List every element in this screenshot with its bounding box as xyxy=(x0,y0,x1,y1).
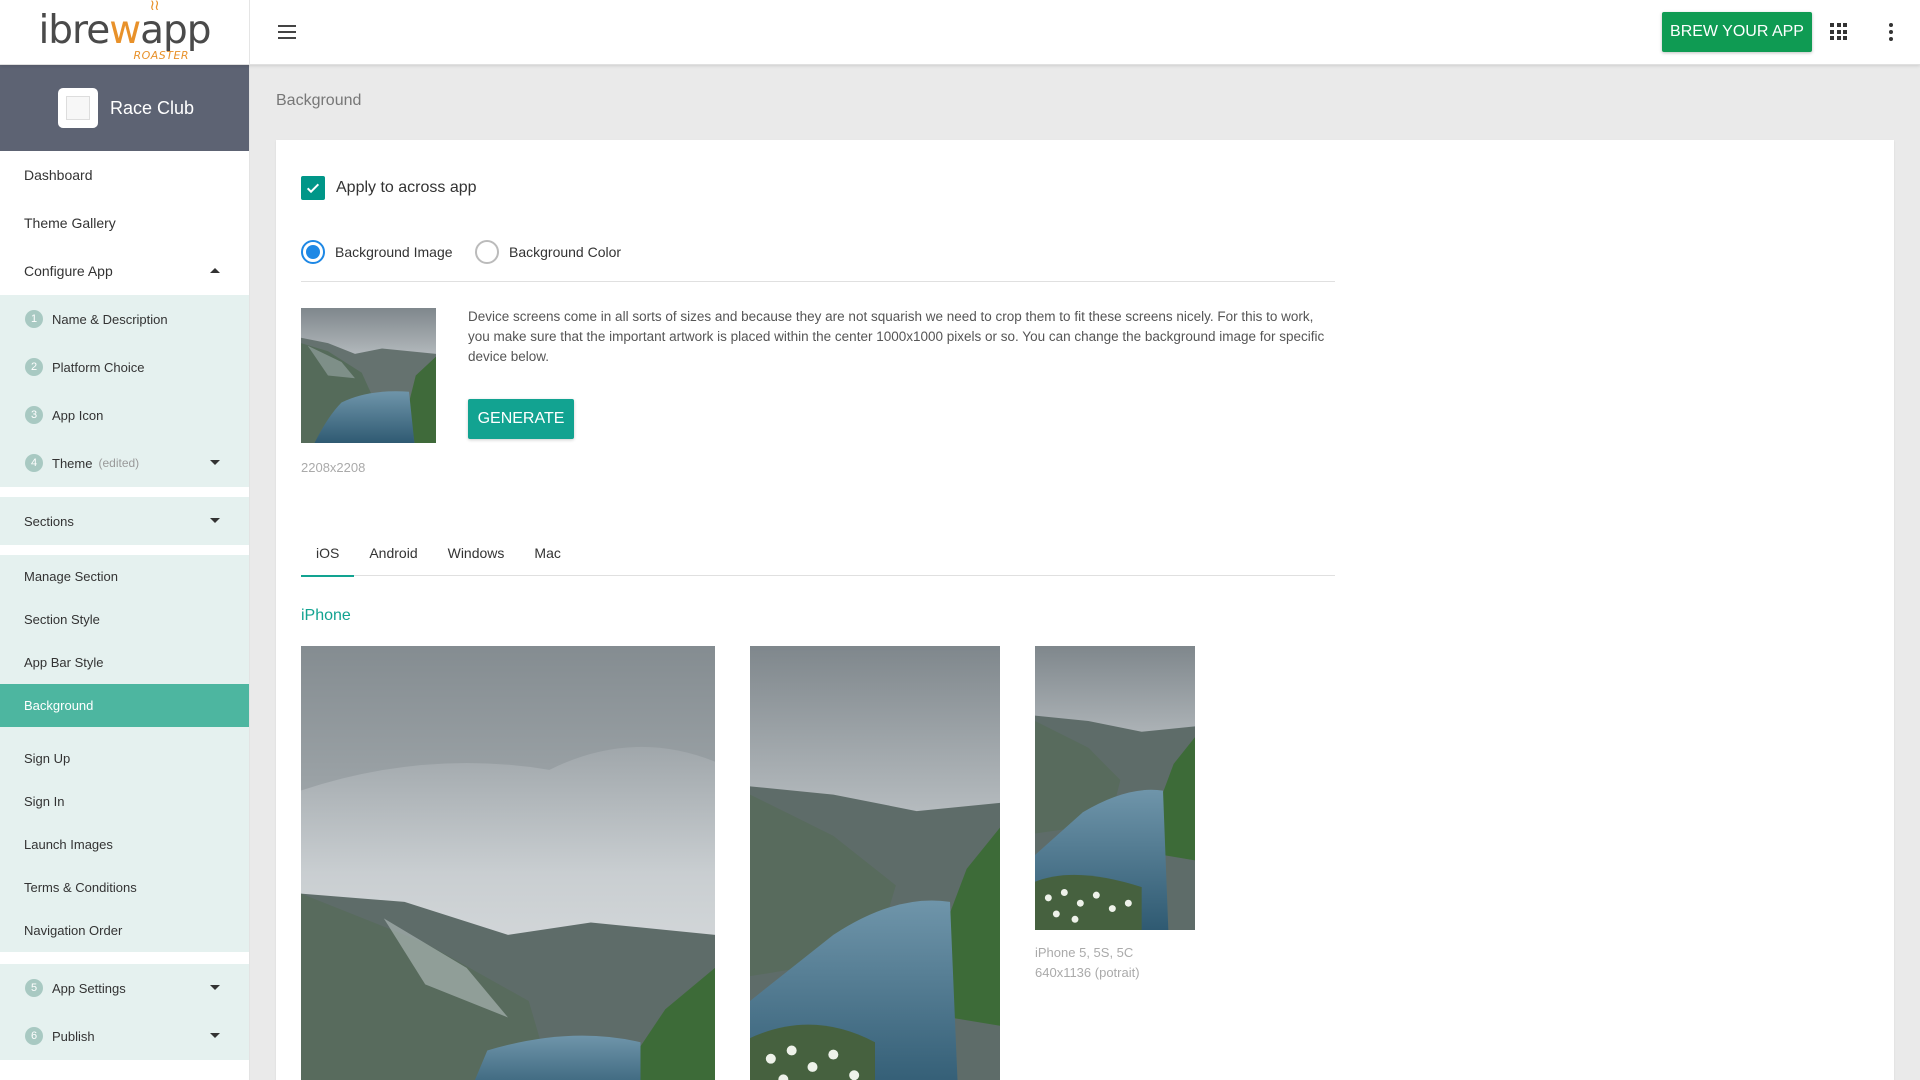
device-name: iPhone 5, 5S, 5C xyxy=(1035,945,1134,960)
platform-tabs: iOS Android Windows Mac xyxy=(301,530,1335,577)
sidebar-item-label: Section Style xyxy=(24,612,100,627)
sidebar-item-label: App Settings xyxy=(52,980,126,996)
sidebar-item-configure-app[interactable]: Configure App xyxy=(0,247,249,295)
background-color-radio[interactable]: Background Color xyxy=(475,240,621,264)
sidebar: Race Club Dashboard Theme Gallery Config… xyxy=(0,65,250,1080)
background-image-radio[interactable]: Background Image xyxy=(301,240,453,264)
sidebar-item-label: Sections xyxy=(24,513,74,529)
apply-across-app-checkbox[interactable]: Apply to across app xyxy=(301,176,477,200)
iphone-5-background-preview[interactable] xyxy=(1035,646,1195,930)
tab-android[interactable]: Android xyxy=(354,530,432,576)
background-description: Device screens come in all sorts of size… xyxy=(468,309,1325,364)
sidebar-item-label: Manage Section xyxy=(24,569,118,584)
logo[interactable]: ibrewapp ≀≀ ROASTER xyxy=(0,0,250,65)
step-number-badge: 1 xyxy=(25,310,43,328)
sidebar-item-label: Publish xyxy=(52,1028,95,1044)
sidebar-nav: Dashboard Theme Gallery Configure App 1N… xyxy=(0,151,249,1060)
more-vert-icon[interactable] xyxy=(1886,21,1896,43)
radio-selected-icon xyxy=(301,240,325,264)
generate-button[interactable]: GENERATE xyxy=(468,399,574,439)
step-number-badge: 3 xyxy=(25,406,43,424)
step-number-badge: 6 xyxy=(25,1027,43,1045)
caret-down-icon xyxy=(210,518,220,523)
source-image-size: 2208x2208 xyxy=(301,460,366,475)
device-resolution: 640x1136 (potrait) xyxy=(1035,965,1140,980)
hamburger-menu-icon[interactable] xyxy=(272,18,302,46)
logo-text-mid: w xyxy=(109,8,141,53)
logo-text-left: ibre xyxy=(38,8,110,53)
app-placeholder-icon xyxy=(58,88,98,128)
background-settings-card: Apply to across app Background Image Bac… xyxy=(276,140,1894,1080)
sidebar-item-label: Launch Images xyxy=(24,837,113,852)
sidebar-item-background[interactable]: Background xyxy=(0,684,249,727)
apply-checkbox-label: Apply to across app xyxy=(336,179,477,196)
background-type-radio-group: Background Image Background Color xyxy=(301,240,1335,282)
sidebar-item-label: Sign In xyxy=(24,794,65,809)
sidebar-item-label: App Icon xyxy=(52,407,104,423)
source-background-thumbnail[interactable] xyxy=(301,308,436,443)
iphone-background-preview-large[interactable] xyxy=(301,646,715,1080)
check-icon xyxy=(301,176,325,200)
sidebar-step-platform-choice[interactable]: 2 Platform Choice xyxy=(0,343,249,391)
sidebar-step-app-icon[interactable]: 3 App Icon xyxy=(0,391,249,439)
sidebar-item-navigation-order[interactable]: Navigation Order xyxy=(0,909,249,952)
logo-wordmark: ibrewapp ≀≀ ROASTER xyxy=(38,0,211,62)
sidebar-item-sign-up[interactable]: Sign Up xyxy=(0,737,249,780)
logo-subtitle: ROASTER xyxy=(133,49,190,62)
caret-down-icon xyxy=(210,460,220,465)
tab-ios[interactable]: iOS xyxy=(301,530,355,577)
sidebar-item-manage-section[interactable]: Manage Section xyxy=(0,555,249,598)
divider xyxy=(0,952,249,964)
sidebar-item-app-bar-style[interactable]: App Bar Style xyxy=(0,641,249,684)
iphone-5-caption: iPhone 5, 5S, 5C 640x1136 (potrait) xyxy=(1035,943,1140,983)
divider xyxy=(0,487,249,497)
step-number-badge: 4 xyxy=(25,454,43,472)
tab-mac[interactable]: Mac xyxy=(519,530,575,576)
sidebar-item-label: Dashboard xyxy=(24,167,93,183)
brew-your-app-button[interactable]: BREW YOUR APP xyxy=(1662,12,1812,52)
coffee-steam-icon: ≀≀ xyxy=(149,0,159,14)
sidebar-item-section-style[interactable]: Section Style xyxy=(0,598,249,641)
step-number-badge: 5 xyxy=(25,979,43,997)
sidebar-item-label: Background xyxy=(24,698,94,713)
sidebar-item-label: Terms & Conditions xyxy=(24,880,137,895)
caret-up-icon xyxy=(210,268,220,273)
sidebar-step-name-description[interactable]: 1 Name & Description xyxy=(0,295,249,343)
sidebar-item-label: Navigation Order xyxy=(24,923,123,938)
sidebar-item-sign-in[interactable]: Sign In xyxy=(0,780,249,823)
sidebar-item-launch-images[interactable]: Launch Images xyxy=(0,823,249,866)
iphone-background-preview-medium[interactable] xyxy=(750,646,1000,1080)
project-header[interactable]: Race Club xyxy=(0,65,249,151)
sidebar-item-sections[interactable]: Sections xyxy=(0,497,249,545)
top-bar: ibrewapp ≀≀ ROASTER BREW YOUR APP xyxy=(0,0,1920,65)
edited-note: (edited) xyxy=(98,456,140,470)
radio-label: Background Image xyxy=(335,244,453,260)
sidebar-item-theme-gallery[interactable]: Theme Gallery xyxy=(0,199,249,247)
logo-text-right: app xyxy=(140,8,211,53)
tab-windows[interactable]: Windows xyxy=(433,530,520,576)
step-number-badge: 2 xyxy=(25,358,43,376)
sidebar-item-dashboard[interactable]: Dashboard xyxy=(0,151,249,199)
project-name: Race Club xyxy=(110,97,195,118)
sidebar-step-publish[interactable]: 6 Publish xyxy=(0,1012,249,1060)
sidebar-item-label: Sign Up xyxy=(24,751,71,766)
radio-label: Background Color xyxy=(509,244,622,260)
sidebar-item-terms-conditions[interactable]: Terms & Conditions xyxy=(0,866,249,909)
sidebar-step-theme[interactable]: 4 Theme (edited) xyxy=(0,439,249,487)
sidebar-step-app-settings[interactable]: 5 App Settings xyxy=(0,964,249,1012)
sidebar-item-label: App Bar Style xyxy=(24,655,104,670)
sidebar-item-label: Theme xyxy=(52,455,93,471)
sidebar-item-label: Configure App xyxy=(24,263,113,279)
sidebar-item-label: Platform Choice xyxy=(52,359,145,375)
caret-down-icon xyxy=(210,985,220,990)
radio-unselected-icon xyxy=(475,240,499,264)
sidebar-item-label: Theme Gallery xyxy=(24,215,116,231)
page-title: Background xyxy=(276,92,362,109)
sidebar-item-label: Name & Description xyxy=(52,311,168,327)
caret-down-icon xyxy=(210,1033,220,1038)
apps-grid-icon[interactable] xyxy=(1830,23,1847,40)
divider xyxy=(0,545,249,555)
divider xyxy=(0,727,249,737)
iphone-section-title: iPhone xyxy=(301,607,351,624)
